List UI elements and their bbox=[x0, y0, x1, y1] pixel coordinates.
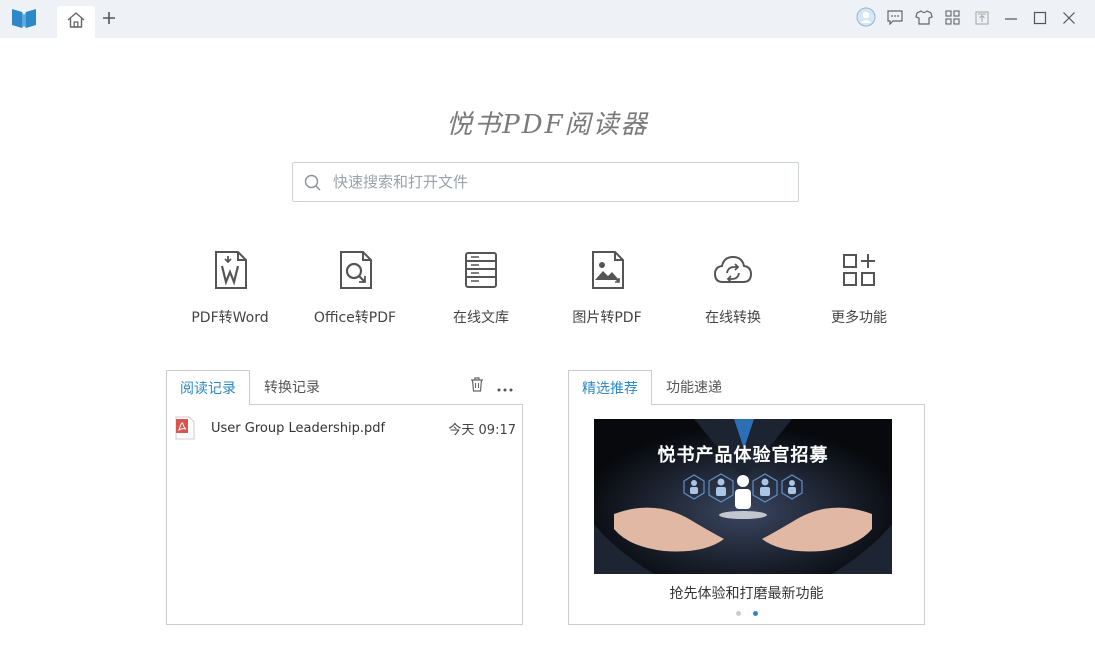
file-name: User Group Leadership.pdf bbox=[211, 421, 448, 436]
add-tab-button[interactable] bbox=[98, 8, 120, 30]
avatar-button[interactable] bbox=[851, 8, 880, 30]
pin-button[interactable] bbox=[967, 8, 996, 30]
office-to-pdf-icon bbox=[333, 248, 377, 292]
minimize-button[interactable] bbox=[996, 8, 1025, 30]
tab-convert-history[interactable]: 转换记录 bbox=[251, 370, 333, 404]
skin-button[interactable] bbox=[909, 8, 938, 30]
feedback-button[interactable] bbox=[880, 8, 909, 30]
tab-feature-news[interactable]: 功能速递 bbox=[653, 370, 735, 404]
library-icon bbox=[459, 248, 503, 292]
logo-icon bbox=[10, 6, 38, 30]
skin-icon bbox=[915, 10, 933, 29]
maximize-button[interactable] bbox=[1025, 8, 1054, 30]
carousel-dot-2[interactable] bbox=[753, 611, 758, 616]
feature-label: PDF转Word bbox=[191, 307, 268, 327]
feature-label: 更多功能 bbox=[831, 307, 887, 327]
image-to-pdf-icon bbox=[585, 248, 629, 292]
close-icon bbox=[1062, 10, 1076, 29]
feature-online-library[interactable]: 在线文库 bbox=[426, 248, 536, 328]
carousel-dots bbox=[569, 611, 924, 616]
home-icon bbox=[67, 12, 85, 32]
message-icon bbox=[887, 10, 903, 29]
recommend-body: 悦书产品体验官招募 抢先体验和打磨最新功能 bbox=[568, 404, 925, 625]
more-features-icon bbox=[837, 248, 881, 292]
grid-icon bbox=[945, 10, 960, 29]
search-input[interactable] bbox=[333, 163, 783, 201]
delete-history-button[interactable] bbox=[469, 378, 485, 394]
avatar-icon bbox=[856, 7, 876, 31]
banner-caption: 抢先体验和打磨最新功能 bbox=[569, 583, 924, 603]
feature-pdf-to-word[interactable]: PDF转Word bbox=[175, 248, 285, 328]
more-dots-icon bbox=[497, 377, 513, 396]
window-controls bbox=[851, 8, 1083, 30]
feature-label: 在线转换 bbox=[705, 307, 761, 327]
history-list: User Group Leadership.pdf 今天 09:17 bbox=[166, 404, 523, 625]
history-more-button[interactable] bbox=[497, 378, 513, 394]
tab-featured[interactable]: 精选推荐 bbox=[568, 370, 652, 405]
promo-banner[interactable]: 悦书产品体验官招募 bbox=[594, 419, 892, 574]
apps-button[interactable] bbox=[938, 8, 967, 30]
search-box bbox=[292, 162, 799, 202]
banner-headline: 悦书产品体验官招募 bbox=[594, 441, 892, 467]
minimize-icon bbox=[1004, 10, 1018, 29]
app-window: 悦书PDF阅读器 PDF转Word bbox=[0, 0, 1095, 646]
maximize-icon bbox=[1033, 10, 1047, 29]
feature-label: Office转PDF bbox=[314, 307, 396, 327]
feature-office-to-pdf[interactable]: Office转PDF bbox=[300, 248, 410, 328]
history-tools bbox=[469, 378, 513, 394]
app-brand-title: 悦书PDF阅读器 bbox=[0, 104, 1095, 144]
search-icon bbox=[304, 174, 322, 192]
file-time: 今天 09:17 bbox=[448, 419, 516, 438]
tab-reading-history[interactable]: 阅读记录 bbox=[166, 370, 250, 405]
list-item[interactable]: User Group Leadership.pdf 今天 09:17 bbox=[173, 413, 516, 443]
trash-icon bbox=[470, 377, 484, 396]
pin-icon bbox=[975, 10, 989, 29]
pdf-to-word-icon bbox=[208, 248, 252, 292]
history-panel: 阅读记录 转换记录 bbox=[166, 370, 523, 625]
feature-more[interactable]: 更多功能 bbox=[804, 248, 914, 328]
close-button[interactable] bbox=[1054, 8, 1083, 30]
carousel-dot-1[interactable] bbox=[736, 611, 741, 616]
feature-image-to-pdf[interactable]: 图片转PDF bbox=[552, 248, 662, 328]
tab-home[interactable] bbox=[57, 6, 95, 38]
feature-label: 在线文库 bbox=[453, 307, 509, 327]
feature-label: 图片转PDF bbox=[572, 307, 641, 327]
cloud-convert-icon bbox=[711, 248, 755, 292]
recommend-tabs: 精选推荐 功能速递 bbox=[568, 370, 925, 404]
title-bar bbox=[0, 0, 1095, 38]
recommend-panel: 精选推荐 功能速递 bbox=[568, 370, 925, 625]
feature-online-convert[interactable]: 在线转换 bbox=[678, 248, 788, 328]
history-tabs: 阅读记录 转换记录 bbox=[166, 370, 523, 404]
plus-icon bbox=[102, 10, 116, 29]
pdf-file-icon bbox=[173, 416, 197, 440]
